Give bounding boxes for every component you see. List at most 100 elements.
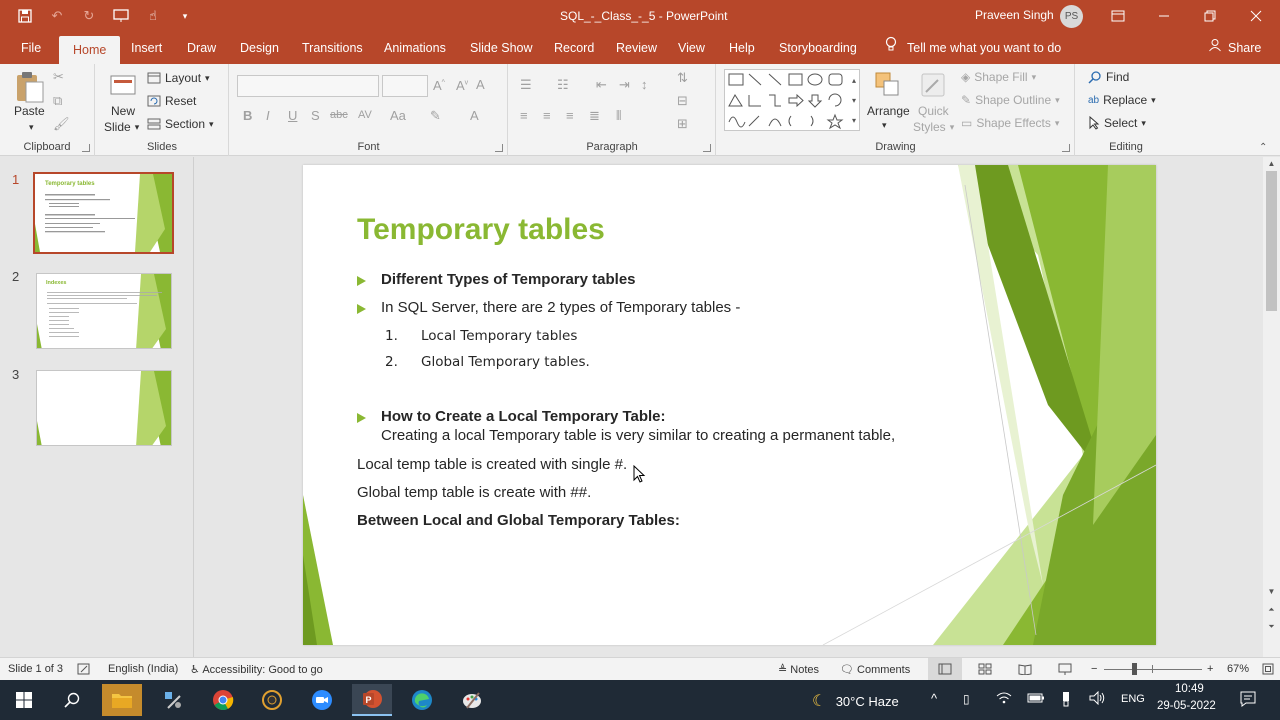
vertical-scrollbar[interactable]: ▲ ▼ ⏶ ⏷ <box>1263 157 1280 657</box>
bullets-icon[interactable]: ☰ <box>520 77 532 93</box>
strikethrough-icon[interactable]: abc <box>330 109 348 121</box>
tell-me-search[interactable]: Tell me what you want to do <box>885 33 1061 64</box>
find-button[interactable]: Find <box>1088 70 1129 84</box>
fit-to-window-icon[interactable] <box>1262 663 1274 678</box>
text-direction-icon[interactable]: ⇅ <box>677 70 688 86</box>
next-slide-icon[interactable]: ⏷ <box>1263 622 1280 632</box>
justify-icon[interactable]: ≣ <box>589 108 600 124</box>
arrange-button[interactable]: Arrange <box>867 104 910 118</box>
font-color-icon[interactable]: A <box>470 108 479 123</box>
phone-link-icon[interactable]: ▯ <box>963 692 970 706</box>
quick-styles-button[interactable]: Styles ▾ <box>913 120 954 134</box>
close-icon[interactable] <box>1245 6 1267 26</box>
tab-home[interactable]: Home <box>59 36 121 64</box>
shape-outline-button[interactable]: ✎ Shape Outline ▾ <box>961 93 1060 107</box>
tab-animations[interactable]: Animations <box>384 33 446 64</box>
select-button[interactable]: Select ▾ <box>1088 116 1146 130</box>
reading-view-icon[interactable] <box>1018 663 1032 678</box>
weather-widget[interactable]: ☾ 30°C Haze <box>812 691 899 711</box>
new-slide-button[interactable]: Slide ▾ <box>104 120 139 134</box>
ribbon-display-options-icon[interactable] <box>1107 6 1129 26</box>
clear-formatting-icon[interactable]: A <box>476 77 485 92</box>
zoom-app-icon[interactable] <box>302 684 342 716</box>
line-spacing-icon[interactable]: ↕ <box>641 77 648 92</box>
underline-icon[interactable]: U <box>288 108 297 123</box>
reset-button[interactable]: Reset <box>147 94 196 108</box>
accessibility-status[interactable]: ♿ Accessibility: Good to go <box>190 663 323 676</box>
scrollbar-thumb[interactable] <box>1266 171 1277 311</box>
collapse-ribbon-icon[interactable]: ⌃ <box>1259 142 1267 153</box>
body-text[interactable]: Local temp table is created with single … <box>357 456 627 473</box>
customize-qat-icon[interactable]: ▾ <box>174 6 196 26</box>
decrease-font-size-icon[interactable]: Av <box>456 78 468 93</box>
chevron-down-icon[interactable]: ▾ <box>882 120 887 131</box>
previous-slide-icon[interactable]: ⏶ <box>1263 605 1280 615</box>
file-explorer-icon[interactable] <box>102 684 142 716</box>
copy-icon[interactable]: ⧉ <box>53 93 62 109</box>
tab-transitions[interactable]: Transitions <box>302 33 363 64</box>
align-text-icon[interactable]: ⊟ <box>677 93 688 109</box>
font-name-dropdown[interactable] <box>237 75 379 97</box>
shapes-gallery[interactable] <box>724 69 860 131</box>
zoom-slider[interactable] <box>1104 669 1202 670</box>
spelling-icon[interactable] <box>77 663 91 678</box>
decrease-indent-icon[interactable]: ⇤ <box>596 77 607 93</box>
layout-button[interactable]: Layout ▾ <box>147 71 210 85</box>
zoom-level[interactable]: 67% <box>1227 663 1249 675</box>
share-button[interactable]: Share <box>1208 33 1261 64</box>
redo-icon[interactable]: ↻ <box>78 6 100 26</box>
columns-icon[interactable]: ⫴ <box>616 108 621 124</box>
app-circle-icon[interactable] <box>252 684 292 716</box>
tab-view[interactable]: View <box>678 33 705 64</box>
restore-icon[interactable] <box>1199 6 1221 26</box>
change-case-icon[interactable]: Aa <box>390 108 406 123</box>
tab-insert[interactable]: Insert <box>131 33 162 64</box>
usb-icon[interactable] <box>1060 691 1072 710</box>
highlight-icon[interactable]: ✎ <box>430 108 441 124</box>
zoom-slider-handle[interactable] <box>1132 663 1137 675</box>
text-shadow-icon[interactable]: S <box>311 108 320 123</box>
input-language[interactable]: ENG <box>1121 693 1145 705</box>
minimize-icon[interactable] <box>1153 6 1175 26</box>
font-size-dropdown[interactable] <box>382 75 428 97</box>
chrome-icon[interactable] <box>203 684 243 716</box>
undo-icon[interactable]: ↶ <box>46 6 68 26</box>
paste-button[interactable]: Paste <box>14 104 45 118</box>
body-text[interactable]: Between Local and Global Temporary Table… <box>357 512 680 529</box>
present-from-beginning-icon[interactable] <box>110 6 132 26</box>
align-center-icon[interactable]: ≡ <box>543 108 551 123</box>
tab-storyboarding[interactable]: Storyboarding <box>779 33 857 64</box>
smartart-icon[interactable]: ⊞ <box>677 116 688 132</box>
new-slide-label-1[interactable]: New <box>111 104 135 118</box>
list-item[interactable]: Global Temporary tables. <box>421 354 590 370</box>
slide-count[interactable]: Slide 1 of 3 <box>8 663 63 675</box>
save-icon[interactable] <box>14 6 36 26</box>
avatar[interactable]: PS <box>1060 5 1083 28</box>
powerpoint-taskbar-icon[interactable]: P <box>352 684 392 716</box>
align-right-icon[interactable]: ≡ <box>566 108 574 123</box>
zoom-out-icon[interactable]: − <box>1091 663 1097 675</box>
list-item[interactable]: Local Temporary tables <box>421 328 577 344</box>
align-left-icon[interactable]: ≡ <box>520 108 528 123</box>
volume-icon[interactable] <box>1089 690 1107 708</box>
bold-icon[interactable]: B <box>243 108 252 123</box>
bullet-text[interactable]: How to Create a Local Temporary Table: <box>381 408 666 425</box>
language-status[interactable]: English (India) <box>108 663 178 675</box>
replace-button[interactable]: ab Replace ▾ <box>1088 93 1156 107</box>
paste-icon[interactable] <box>14 70 46 104</box>
slide-thumbnail-2[interactable]: Indexes <box>36 273 172 349</box>
arrange-icon[interactable] <box>873 70 903 100</box>
tab-record[interactable]: Record <box>554 33 594 64</box>
scroll-up-icon[interactable]: ▲ <box>1263 159 1280 168</box>
zoom-in-icon[interactable]: + <box>1207 663 1213 675</box>
paragraph-launcher-icon[interactable] <box>703 144 711 152</box>
section-button[interactable]: Section ▾ <box>147 117 214 131</box>
edge-icon[interactable] <box>402 684 442 716</box>
tools-app-icon[interactable] <box>153 684 193 716</box>
search-icon[interactable] <box>52 684 92 716</box>
slide-thumbnail-3[interactable] <box>36 370 172 446</box>
italic-icon[interactable]: I <box>266 108 270 123</box>
increase-indent-icon[interactable]: ⇥ <box>619 77 630 93</box>
shape-fill-button[interactable]: ◈ Shape Fill ▾ <box>961 70 1036 84</box>
tab-draw[interactable]: Draw <box>187 33 216 64</box>
